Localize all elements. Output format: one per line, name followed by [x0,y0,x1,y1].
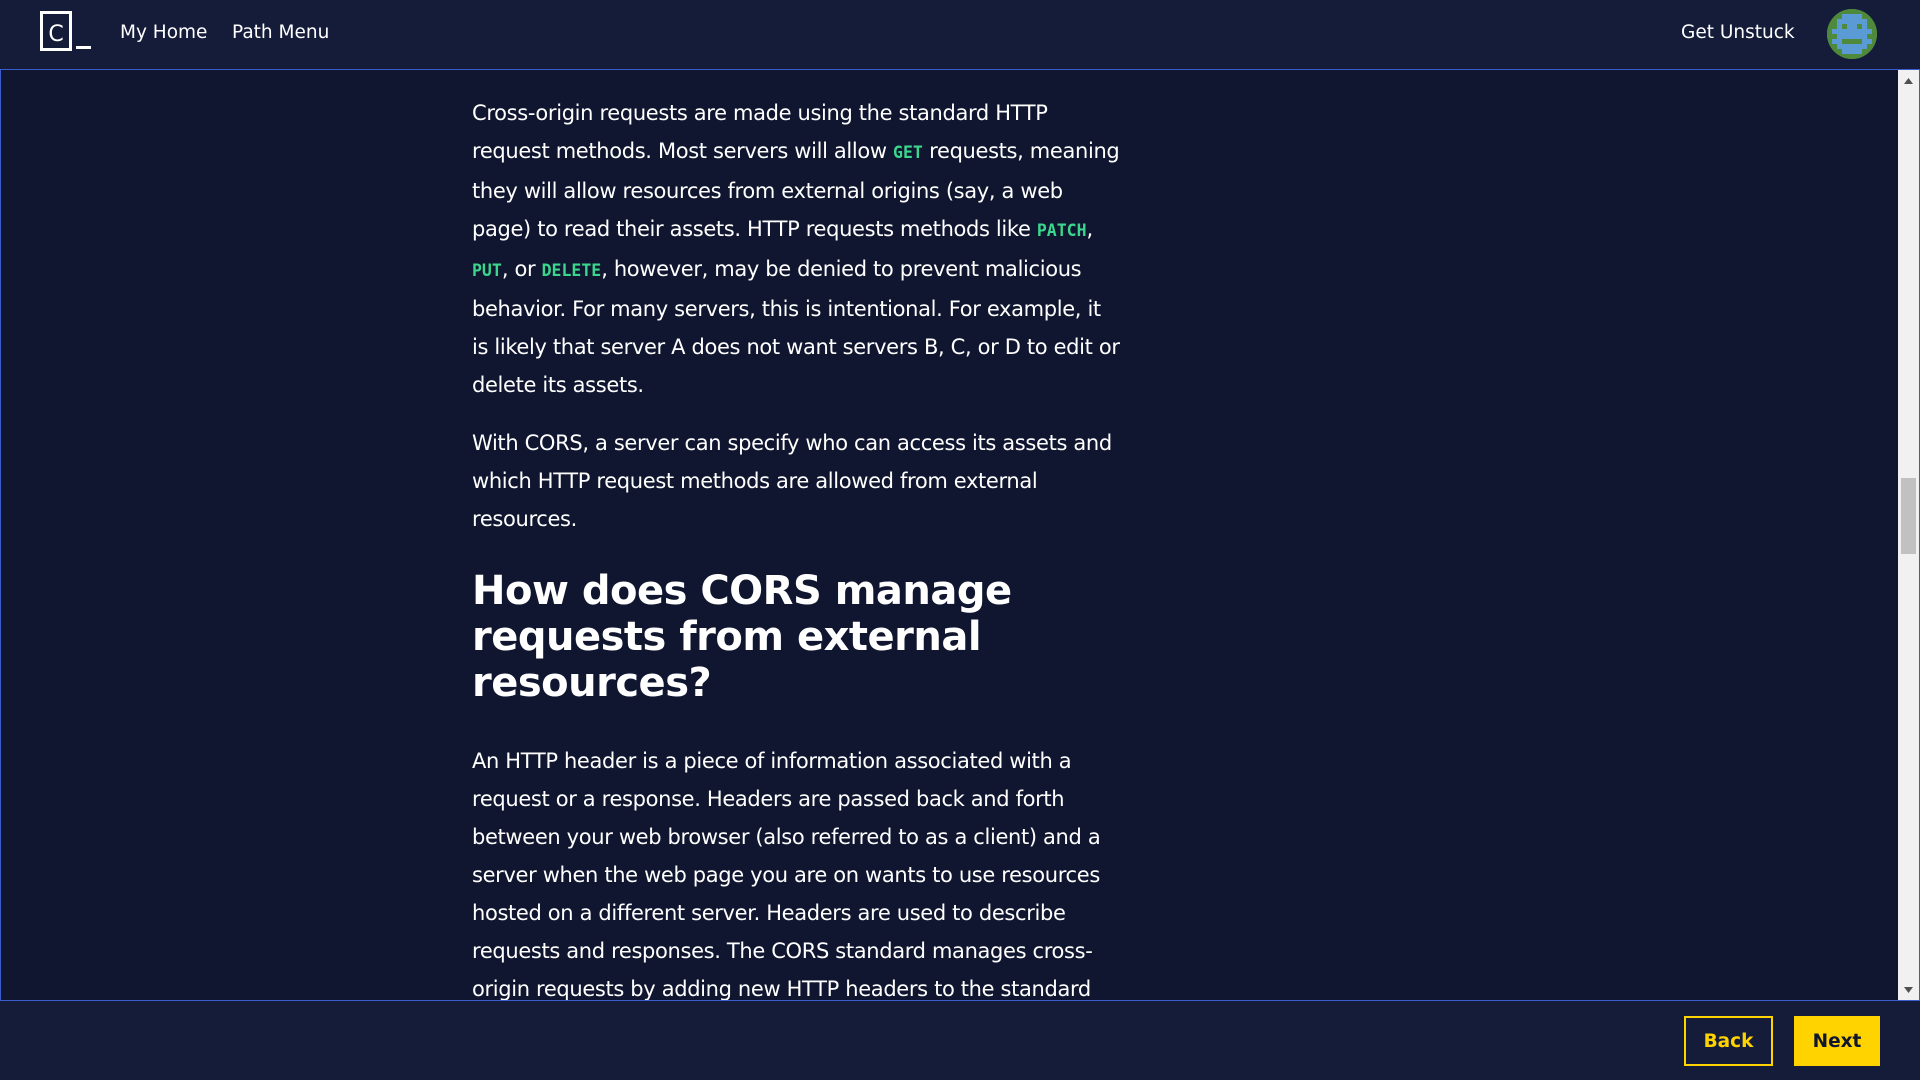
user-avatar[interactable] [1827,9,1877,59]
paragraph-http-header: An HTTP header is a piece of information… [472,749,1101,1001]
scrollbar-thumb[interactable] [1901,478,1916,554]
back-button[interactable]: Back [1684,1016,1773,1066]
scroll-down-arrow-icon[interactable] [1898,981,1919,998]
section-heading: How does CORS manage requests from exter… [472,568,1012,706]
code-delete: DELETE [541,261,602,280]
nav-my-home-link[interactable]: My Home [120,20,207,46]
code-get: GET [893,143,923,162]
vertical-scrollbar[interactable] [1898,70,1919,1000]
paragraph-cross-origin-requests: Cross-origin requests are made using the… [472,94,1122,404]
paragraph-text: , [1086,217,1094,241]
nav-path-menu-link[interactable]: Path Menu [232,20,329,46]
article-body: Cross-origin requests are made using the… [472,94,1122,1001]
get-unstuck-link[interactable]: Get Unstuck [1681,20,1795,46]
code-put: PUT [472,261,502,280]
pixel-avatar-icon [1827,9,1877,59]
code-patch: PATCH [1036,221,1087,240]
scroll-up-arrow-icon[interactable] [1898,72,1919,89]
logo-letter: C [48,22,63,47]
top-navigation-bar: C My Home Path Menu Get Unstuck [0,0,1920,69]
paragraph-text: , or [501,257,542,281]
paragraph-cors-specify: With CORS, a server can specify who can … [472,431,1112,531]
codecademy-logo-icon[interactable]: C [40,11,92,51]
content-scroll-area[interactable]: Cross-origin requests are made using the… [0,69,1920,1001]
next-button[interactable]: Next [1794,1016,1880,1066]
bottom-navigation-bar: Back Next [0,1001,1920,1080]
